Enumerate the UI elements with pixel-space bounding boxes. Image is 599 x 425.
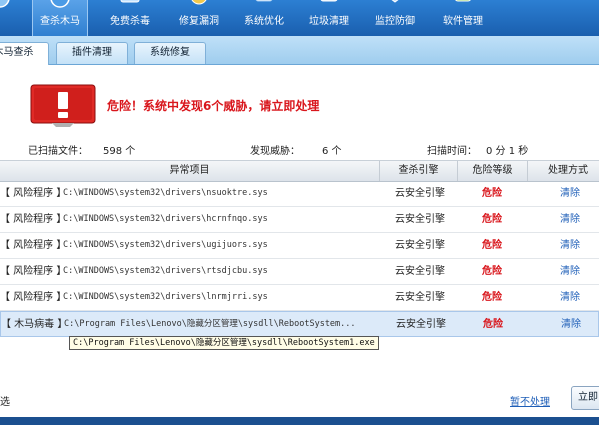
toolbar-item-optimize[interactable]: 系统优化 bbox=[233, 0, 295, 36]
danger-level: 危险 bbox=[483, 319, 503, 330]
remove-link[interactable]: 清除 bbox=[540, 207, 599, 232]
scan-engine: 云安全引擎 bbox=[396, 319, 446, 330]
scan-engine: 云安全引擎 bbox=[395, 240, 445, 251]
toolbar-label: 免费杀毒 bbox=[110, 16, 150, 27]
handle-now-button[interactable]: 立即 bbox=[571, 386, 599, 410]
status-bar bbox=[0, 417, 599, 425]
toolbar-label: 修复漏洞 bbox=[179, 16, 219, 27]
threat-type: 【 风险程序 】 bbox=[0, 292, 62, 303]
threat-type: 【 风险程序 】 bbox=[0, 214, 62, 225]
column-header-engine[interactable]: 查杀引擎 bbox=[380, 161, 458, 181]
table-row[interactable]: 【 风险程序 】 C:\WINDOWS\system32\drivers\nsu… bbox=[0, 181, 599, 207]
threat-type: 【 木马病毒 】 bbox=[1, 319, 63, 330]
table-row[interactable]: 【 风险程序 】 C:\WINDOWS\system32\drivers\rts… bbox=[0, 259, 599, 285]
table-row[interactable]: 【 风险程序 】 C:\WINDOWS\system32\drivers\hcr… bbox=[0, 207, 599, 233]
threat-table-header: 异常项目 查杀引擎 危险等级 处理方式 bbox=[0, 160, 599, 182]
threat-type: 【 风险程序 】 bbox=[0, 240, 62, 251]
optimize-icon bbox=[255, 0, 273, 2]
threat-path: C:\WINDOWS\system32\drivers\rtsdjcbu.sys bbox=[63, 266, 268, 276]
antivirus-icon bbox=[120, 0, 140, 3]
tab-trojan-scan[interactable]: 木马查杀 bbox=[0, 42, 49, 65]
ignore-link[interactable]: 暂不处理 bbox=[510, 393, 550, 408]
table-row[interactable]: 【 风险程序 】 C:\WINDOWS\system32\drivers\ugi… bbox=[0, 233, 599, 259]
select-all-checkbox-label[interactable]: 选 bbox=[0, 393, 10, 408]
scan-engine: 云安全引擎 bbox=[395, 188, 445, 199]
remove-link[interactable]: 清除 bbox=[540, 259, 599, 284]
toolbar-item-trojan-scan[interactable]: 查杀木马 bbox=[32, 0, 88, 37]
tab-label: 木马查杀 bbox=[0, 47, 34, 58]
threat-path: C:\WINDOWS\system32\drivers\hcrnfnqo.sys bbox=[63, 214, 268, 224]
scanned-files-label: 已扫描文件： bbox=[28, 146, 88, 157]
scan-time-value: 0 分 1 秒 bbox=[486, 146, 529, 157]
path-tooltip: C:\Program Files\Lenovo\隐藏分区管理\sysdll\Re… bbox=[69, 336, 379, 350]
danger-level: 危险 bbox=[482, 188, 502, 199]
table-row[interactable]: 【 风险程序 】 C:\WINDOWS\system32\drivers\lnr… bbox=[0, 285, 599, 311]
danger-level: 危险 bbox=[482, 292, 502, 303]
shield-scan-icon bbox=[50, 0, 70, 8]
threat-type: 【 风险程序 】 bbox=[0, 266, 62, 277]
main-toolbar: 查杀木马 免费杀毒 修复漏洞 系统优化 垃圾清理 监控防御 软件管理 bbox=[0, 0, 599, 37]
column-header-item[interactable]: 异常项目 bbox=[0, 161, 380, 181]
remove-link[interactable]: 清除 bbox=[540, 233, 599, 258]
scanned-files-value: 598 个 bbox=[103, 146, 136, 157]
toolbar-label: 监控防御 bbox=[375, 16, 415, 27]
danger-level: 危险 bbox=[482, 214, 502, 225]
threat-type: 【 风险程序 】 bbox=[0, 188, 62, 199]
threat-path: C:\WINDOWS\system32\drivers\nsuoktre.sys bbox=[63, 188, 268, 198]
toolbar-item-partial[interactable] bbox=[0, 0, 20, 36]
software-icon bbox=[455, 0, 471, 2]
monitor-icon bbox=[391, 0, 399, 3]
toolbar-item-software[interactable]: 软件管理 bbox=[431, 0, 495, 36]
scan-time-label: 扫描时间： bbox=[427, 146, 477, 157]
tab-plugin-clean[interactable]: 插件清理 bbox=[56, 42, 128, 64]
threats-found-label: 发现威胁： bbox=[250, 146, 300, 157]
tab-label: 插件清理 bbox=[72, 47, 112, 58]
threat-path: C:\WINDOWS\system32\drivers\lnrmjrri.sys bbox=[63, 292, 268, 302]
toolbar-item-monitor[interactable]: 监控防御 bbox=[364, 0, 426, 36]
toolbar-label: 软件管理 bbox=[443, 16, 483, 27]
tab-label: 系统修复 bbox=[150, 47, 190, 58]
alert-message: 危险！系统中发现6个威胁，请立即处理 bbox=[107, 99, 320, 113]
trash-clean-icon bbox=[320, 0, 338, 2]
toolbar-item-clean[interactable]: 垃圾清理 bbox=[298, 0, 360, 36]
scan-engine: 云安全引擎 bbox=[395, 266, 445, 277]
danger-level: 危险 bbox=[482, 240, 502, 251]
toolbar-label: 查杀木马 bbox=[40, 16, 80, 27]
remove-link[interactable]: 清除 bbox=[541, 312, 599, 337]
danger-level: 危险 bbox=[482, 266, 502, 277]
scan-engine: 云安全引擎 bbox=[395, 214, 445, 225]
remove-link[interactable]: 清除 bbox=[540, 181, 599, 206]
threat-path: C:\Program Files\Lenovo\隐藏分区管理\sysdll\Re… bbox=[64, 319, 356, 329]
tab-system-repair[interactable]: 系统修复 bbox=[134, 42, 206, 64]
toolbar-label: 系统优化 bbox=[244, 16, 284, 27]
column-header-level[interactable]: 危险等级 bbox=[458, 161, 528, 181]
threat-path: C:\WINDOWS\system32\drivers\ugijuors.sys bbox=[63, 240, 268, 250]
toolbar-label: 垃圾清理 bbox=[309, 16, 349, 27]
danger-exclamation-icon bbox=[30, 84, 96, 127]
toolbar-item-patch[interactable]: 修复漏洞 bbox=[168, 0, 230, 36]
home-icon bbox=[0, 0, 10, 8]
remove-link[interactable]: 清除 bbox=[540, 285, 599, 310]
column-header-action[interactable]: 处理方式 bbox=[528, 161, 599, 181]
scan-engine: 云安全引擎 bbox=[395, 292, 445, 303]
toolbar-item-antivirus[interactable]: 免费杀毒 bbox=[99, 0, 161, 36]
table-row-selected[interactable]: 【 木马病毒 】 C:\Program Files\Lenovo\隐藏分区管理\… bbox=[0, 311, 599, 337]
patch-icon bbox=[191, 0, 207, 5]
tab-bar: 木马查杀 插件清理 系统修复 bbox=[0, 36, 599, 65]
threats-found-value: 6 个 bbox=[322, 146, 342, 157]
